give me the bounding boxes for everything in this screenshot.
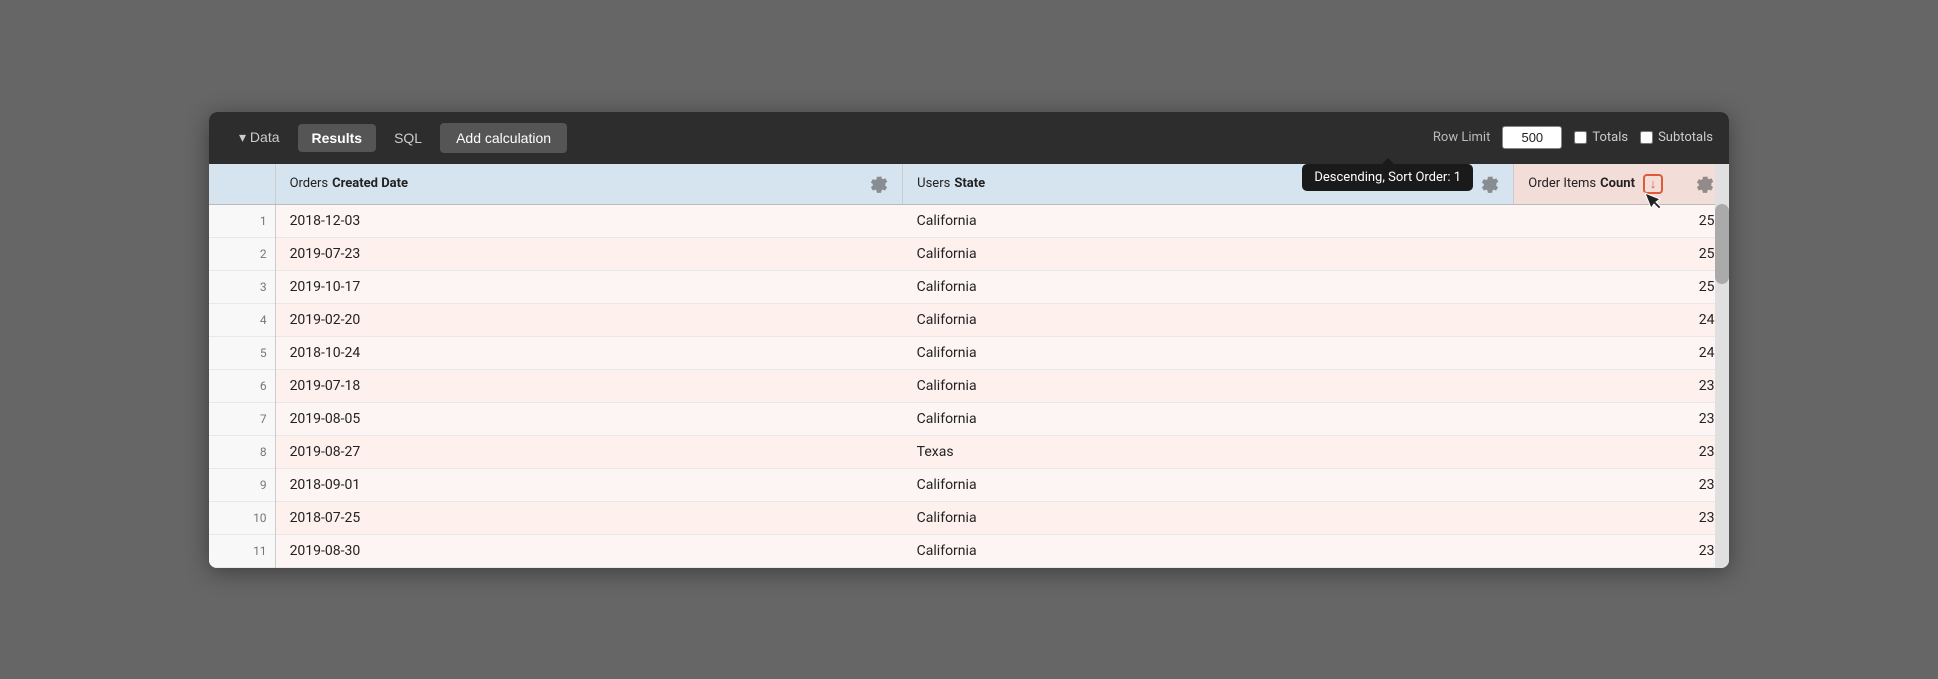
orders-created-date-header[interactable]: Orders Created Date: [275, 164, 903, 205]
state-cell: California: [903, 237, 1514, 270]
count-cell: 25: [1514, 270, 1729, 303]
row-number-cell: 1: [209, 204, 275, 237]
date-cell: 2019-10-17: [275, 270, 903, 303]
count-label: Count: [1600, 176, 1635, 191]
scrollbar-thumb[interactable]: [1715, 204, 1729, 284]
data-tab-button[interactable]: ▾ Data: [225, 123, 294, 152]
table-row: 22019-07-23California25: [209, 237, 1729, 270]
table-container: Orders Created Date Users State: [209, 164, 1729, 568]
state-cell: California: [903, 402, 1514, 435]
count-cell: 23: [1514, 501, 1729, 534]
toolbar: ▾ Data Results SQL Add calculation Row L…: [209, 112, 1729, 164]
table-row: 42019-02-20California24: [209, 303, 1729, 336]
count-settings-icon[interactable]: [1696, 175, 1714, 193]
count-cell: 25: [1514, 204, 1729, 237]
totals-checkbox[interactable]: [1574, 131, 1587, 144]
row-number-cell: 6: [209, 369, 275, 402]
table-row: 12018-12-03California25: [209, 204, 1729, 237]
row-num-header: [209, 164, 275, 205]
count-cell: 25: [1514, 237, 1729, 270]
main-window: ▾ Data Results SQL Add calculation Row L…: [209, 112, 1729, 568]
order-items-label: Order Items: [1528, 176, 1596, 191]
state-cell: California: [903, 204, 1514, 237]
date-cell: 2019-08-30: [275, 534, 903, 567]
date-cell: 2018-10-24: [275, 336, 903, 369]
toolbar-right: Row Limit Totals Subtotals Descending, S…: [1433, 126, 1713, 149]
date-cell: 2019-07-23: [275, 237, 903, 270]
table-row: 72019-08-05California23: [209, 402, 1729, 435]
state-cell: Texas: [903, 435, 1514, 468]
orders-date-settings-icon[interactable]: [870, 175, 888, 193]
row-number-cell: 3: [209, 270, 275, 303]
count-cell: 23: [1514, 435, 1729, 468]
count-cell: 23: [1514, 402, 1729, 435]
date-cell: 2019-02-20: [275, 303, 903, 336]
scrollbar-track[interactable]: [1715, 164, 1729, 568]
users-state-settings-icon[interactable]: [1481, 175, 1499, 193]
row-limit-input[interactable]: [1502, 126, 1562, 149]
results-table: Orders Created Date Users State: [209, 164, 1729, 568]
orders-label: Orders: [290, 176, 329, 191]
state-cell: California: [903, 468, 1514, 501]
totals-label: Totals: [1592, 130, 1628, 145]
subtotals-checkbox[interactable]: [1640, 131, 1653, 144]
row-number-cell: 9: [209, 468, 275, 501]
cursor-icon: [1644, 192, 1662, 214]
table-row: 102018-07-25California23: [209, 501, 1729, 534]
sort-descending-icon[interactable]: ↓: [1643, 174, 1663, 194]
date-cell: 2019-08-27: [275, 435, 903, 468]
row-number-cell: 4: [209, 303, 275, 336]
results-tab-button[interactable]: Results: [298, 124, 377, 152]
row-limit-label: Row Limit: [1433, 130, 1490, 145]
date-cell: 2018-12-03: [275, 204, 903, 237]
table-row: 82019-08-27Texas23: [209, 435, 1729, 468]
subtotals-checkbox-label[interactable]: Subtotals: [1640, 130, 1713, 145]
date-cell: 2019-07-18: [275, 369, 903, 402]
count-cell: 24: [1514, 336, 1729, 369]
date-cell: 2018-09-01: [275, 468, 903, 501]
state-cell: California: [903, 270, 1514, 303]
row-number-cell: 2: [209, 237, 275, 270]
table-row: 62019-07-18California23: [209, 369, 1729, 402]
state-cell: California: [903, 369, 1514, 402]
table-header-row: Orders Created Date Users State: [209, 164, 1729, 205]
table-body: 12018-12-03California2522019-07-23Califo…: [209, 204, 1729, 567]
users-state-header[interactable]: Users State: [903, 164, 1514, 205]
state-cell: California: [903, 336, 1514, 369]
count-cell: 23: [1514, 369, 1729, 402]
state-cell: California: [903, 534, 1514, 567]
table-row: 92018-09-01California23: [209, 468, 1729, 501]
date-cell: 2019-08-05: [275, 402, 903, 435]
count-cell: 23: [1514, 468, 1729, 501]
table-row: 32019-10-17California25: [209, 270, 1729, 303]
table-row: 112019-08-30California23: [209, 534, 1729, 567]
row-number-cell: 5: [209, 336, 275, 369]
subtotals-label: Subtotals: [1658, 130, 1713, 145]
created-date-label: Created Date: [332, 176, 408, 191]
state-cell: California: [903, 303, 1514, 336]
row-number-cell: 10: [209, 501, 275, 534]
add-calculation-button[interactable]: Add calculation: [440, 123, 567, 153]
users-label: Users: [917, 176, 950, 191]
state-label: State: [954, 176, 985, 191]
sql-tab-button[interactable]: SQL: [380, 124, 436, 152]
order-items-count-header[interactable]: Order Items Count ↓: [1514, 164, 1729, 205]
date-cell: 2018-07-25: [275, 501, 903, 534]
count-cell: 23: [1514, 534, 1729, 567]
table-row: 52018-10-24California24: [209, 336, 1729, 369]
row-number-cell: 8: [209, 435, 275, 468]
row-number-cell: 7: [209, 402, 275, 435]
count-cell: 24: [1514, 303, 1729, 336]
row-number-cell: 11: [209, 534, 275, 567]
totals-checkbox-label[interactable]: Totals: [1574, 130, 1628, 145]
state-cell: California: [903, 501, 1514, 534]
